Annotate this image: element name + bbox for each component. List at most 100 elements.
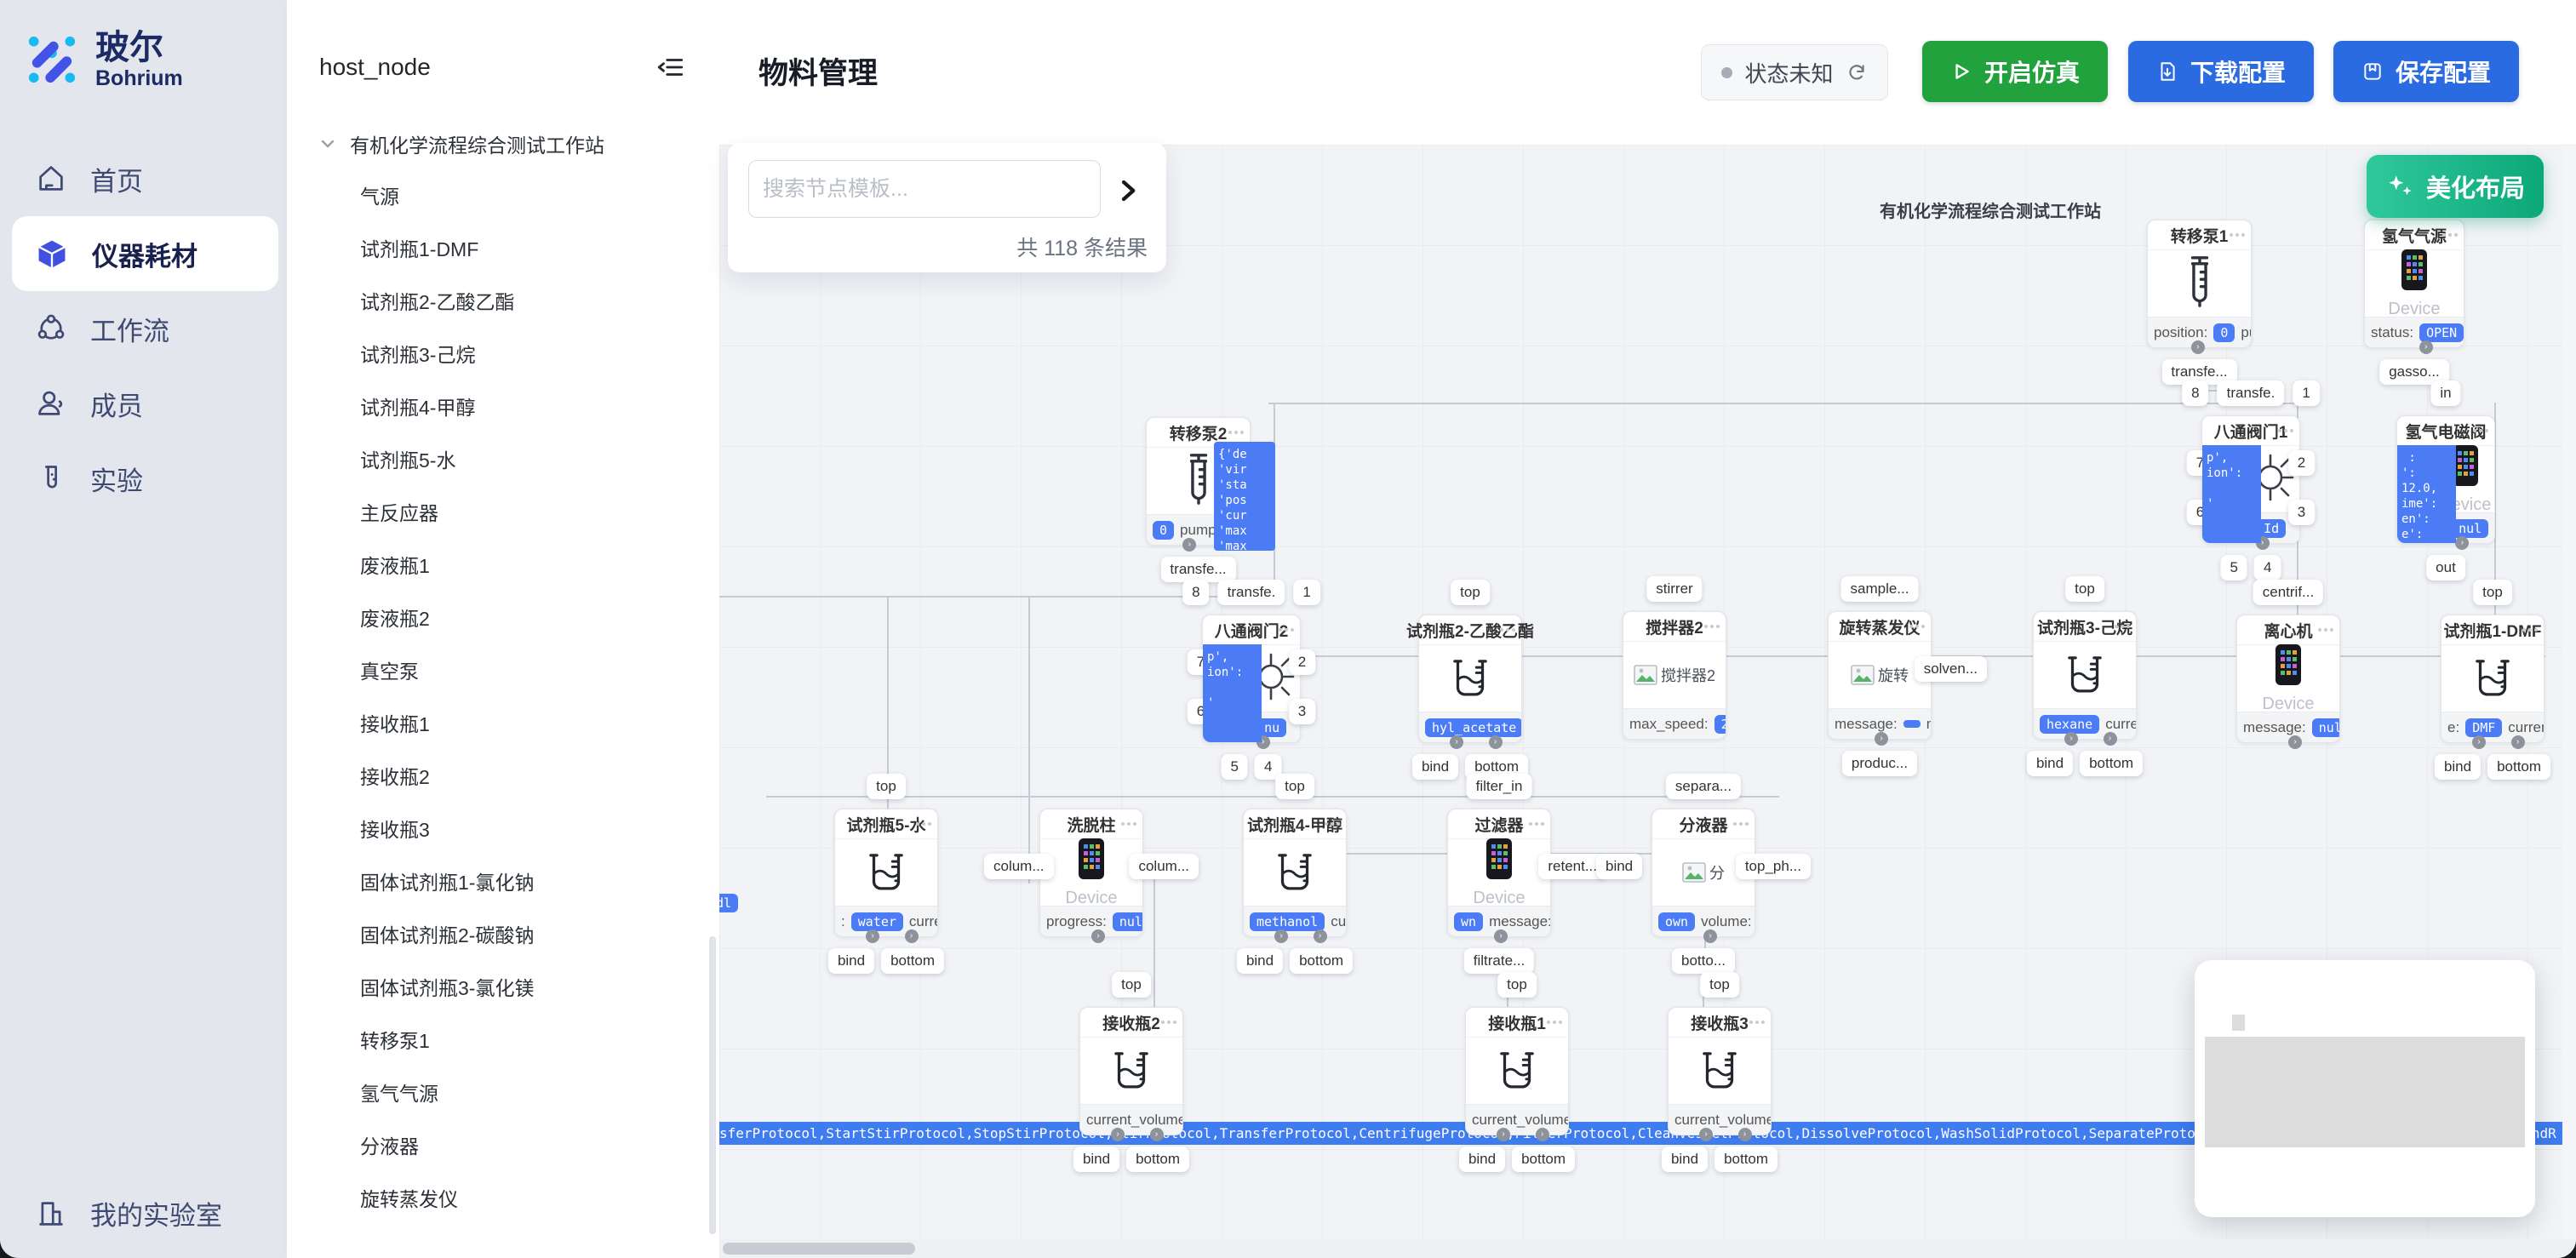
port-chip[interactable]: 8 xyxy=(1182,580,1209,605)
node-menu-icon[interactable] xyxy=(2318,628,2333,632)
port-chip[interactable]: 5 xyxy=(1222,754,1248,780)
value-chip[interactable]: methanol xyxy=(1250,912,1325,931)
start-simulation-button[interactable]: 开启仿真 xyxy=(1922,41,2108,102)
port-chip[interactable]: in xyxy=(2430,380,2460,406)
value-chip[interactable]: nul xyxy=(2452,519,2488,538)
flow-node-receiver-bottle-2[interactable]: 接收瓶2current_volume:0››topbindbottom xyxy=(1079,1007,1183,1135)
sidebar-item-members[interactable]: 成员 xyxy=(0,366,287,441)
port-chip[interactable]: transfe. xyxy=(2218,380,2285,406)
flow-node-h2-gas-source[interactable]: 氢气气源Devicestatus:OPEN›gasso... xyxy=(2364,220,2464,348)
tree-item[interactable]: 气源 xyxy=(287,170,719,223)
value-chip[interactable]: wn xyxy=(1454,912,1483,931)
port-chip[interactable]: 4 xyxy=(2254,555,2281,580)
port-chip[interactable]: filtrate... xyxy=(1464,948,1534,974)
value-chip[interactable]: DMF xyxy=(2465,718,2502,737)
port-chip[interactable]: top xyxy=(1451,580,1490,605)
port-chip[interactable]: colum... xyxy=(1129,854,1199,879)
port-chip[interactable]: centrif... xyxy=(2253,580,2323,605)
flow-node-receiver-bottle-1[interactable]: 接收瓶1current_volume:0››topbindbottom xyxy=(1465,1007,1569,1135)
connector-dot-icon[interactable]: › xyxy=(1150,1128,1164,1141)
connector-dot-icon[interactable]: › xyxy=(2511,735,2525,749)
connector-dot-icon[interactable]: › xyxy=(1494,929,1508,943)
node-menu-icon[interactable] xyxy=(1909,625,1925,628)
port-chip[interactable]: bind xyxy=(2435,754,2481,780)
connector-dot-icon[interactable]: › xyxy=(1703,929,1717,943)
port-chip[interactable]: filter_in xyxy=(1467,774,1532,799)
connector-dot-icon[interactable]: › xyxy=(1450,735,1463,749)
value-chip[interactable]: water xyxy=(851,912,903,931)
flow-node-eight-way-valve-2[interactable]: 八通阀门2status:nu›8transfe.1547623p', ion':… xyxy=(1202,615,1301,743)
port-chip[interactable]: top xyxy=(2065,576,2104,602)
sidebar-item-my-lab[interactable]: 我的实验室 xyxy=(36,1194,222,1232)
connector-dot-icon[interactable]: › xyxy=(2472,735,2486,749)
node-menu-icon[interactable] xyxy=(1279,628,1294,632)
node-menu-icon[interactable] xyxy=(1325,822,1340,826)
port-chip[interactable]: bind xyxy=(1412,754,1458,780)
connector-dot-icon[interactable]: › xyxy=(2419,340,2433,354)
flow-node-eight-way-valve-1[interactable]: 八通阀门1status:Id›8transfe.1547623p', ion':… xyxy=(2201,415,2300,544)
tree-item[interactable]: 接收瓶2 xyxy=(287,751,719,803)
port-chip[interactable]: bottom xyxy=(1714,1146,1777,1172)
beautify-layout-button[interactable]: 美化布局 xyxy=(2367,155,2544,218)
port-chip[interactable]: bind xyxy=(1237,948,1283,974)
minimap[interactable] xyxy=(2195,960,2535,1217)
tree-item[interactable]: 接收瓶3 xyxy=(287,803,719,856)
flow-node-reagent-bottle-3[interactable]: 试剂瓶3-己烷hexanecurrent_v››topbindbottom xyxy=(2033,611,2137,740)
horizontal-scrollbar[interactable] xyxy=(719,1239,2576,1258)
download-config-button[interactable]: 下载配置 xyxy=(2128,41,2314,102)
port-chip[interactable]: transfe... xyxy=(1160,557,1235,582)
port-chip[interactable]: bind xyxy=(1662,1146,1708,1172)
flow-node-stirrer-2[interactable]: 搅拌器2搅拌器2max_speed:2000stirrer xyxy=(1623,611,1726,740)
tree-item[interactable]: 固体试剂瓶2-碳酸钠 xyxy=(287,909,719,962)
sidebar-item-workflow[interactable]: 工作流 xyxy=(0,291,287,366)
port-chip[interactable]: bottom xyxy=(1512,1146,1575,1172)
port-chip[interactable]: 5 xyxy=(2221,555,2247,580)
flow-node-transfer-pump-2[interactable]: 转移泵20pump_info:›transfe...{'de 'vir 'sta… xyxy=(1146,417,1251,546)
port-chip[interactable]: colum... xyxy=(984,854,1054,879)
port-chip[interactable]: 1 xyxy=(2293,380,2319,406)
tree-item[interactable]: 分液器 xyxy=(287,1120,719,1173)
port-chip[interactable]: top xyxy=(1700,972,1739,998)
tree-item[interactable]: 试剂瓶4-甲醇 xyxy=(287,381,719,434)
value-chip[interactable]: hyl_acetate xyxy=(1425,718,1521,737)
sidebar-item-instruments[interactable]: 仪器耗材 xyxy=(12,216,278,291)
port-chip[interactable]: transfe. xyxy=(1218,580,1285,605)
collapse-panel-icon[interactable] xyxy=(656,53,685,82)
port-chip[interactable]: 1 xyxy=(1293,580,1319,605)
node-menu-icon[interactable] xyxy=(1704,625,1720,628)
tree-item[interactable]: 试剂瓶1-DMF xyxy=(287,223,719,276)
value-chip[interactable]: hexane xyxy=(2040,715,2099,734)
connector-dot-icon[interactable]: › xyxy=(2064,732,2078,746)
node-menu-icon[interactable] xyxy=(1547,1021,1562,1024)
flow-node-reagent-bottle-4[interactable]: 试剂瓶4-甲醇methanolcurrent_››topbindbottom xyxy=(1243,809,1347,937)
port-chip[interactable]: bind xyxy=(828,948,874,974)
value-chip[interactable]: 0 xyxy=(1153,521,1174,540)
tree-root-item[interactable]: 有机化学流程综合测试工作站 xyxy=(287,117,719,170)
flow-node-reagent-bottle-5[interactable]: 试剂瓶5-水:watercurrent_v››topbindbottom xyxy=(834,809,938,937)
tree-item[interactable]: 转移泵1 xyxy=(287,1015,719,1067)
port-chip[interactable]: bind xyxy=(2027,751,2073,776)
port-chip[interactable]: 8 xyxy=(2182,380,2208,406)
node-menu-icon[interactable] xyxy=(1121,822,1136,826)
connector-dot-icon[interactable]: › xyxy=(2455,536,2469,550)
connector-dot-icon[interactable]: › xyxy=(1536,1128,1549,1141)
port-chip[interactable]: produc... xyxy=(1842,751,1917,776)
flow-canvas[interactable]: 有机化学流程综合测试工作站 sferProtocol,StartStirProt… xyxy=(719,145,2576,1258)
value-chip[interactable]: OPEN xyxy=(2419,323,2464,342)
value-chip[interactable]: null xyxy=(1113,912,1142,931)
port-chip[interactable]: top xyxy=(1497,972,1537,998)
flow-node-h2-solenoid-valve[interactable]: 氢气电磁阀Devicestatus:nul›inout : ': 12.0, i… xyxy=(2396,415,2495,544)
port-chip[interactable]: top xyxy=(2473,580,2512,605)
node-menu-icon[interactable] xyxy=(1733,822,1749,826)
flow-node-reagent-bottle-2[interactable]: 试剂瓶2-乙酸乙酯hyl_acetatecurre››topbindbottom xyxy=(1418,615,1522,743)
flow-node-elution-column[interactable]: 洗脱柱Deviceprogress:nullcolu›colum...colum… xyxy=(1039,809,1143,937)
node-menu-icon[interactable] xyxy=(2230,233,2245,237)
connector-dot-icon[interactable]: › xyxy=(2104,732,2117,746)
node-menu-icon[interactable] xyxy=(2522,628,2538,632)
connector-dot-icon[interactable]: › xyxy=(905,929,919,943)
port-chip[interactable]: 2 xyxy=(2288,450,2315,476)
port-chip[interactable]: top_ph... xyxy=(1736,854,1811,879)
port-chip[interactable]: separa... xyxy=(1666,774,1741,799)
port-chip[interactable]: 2 xyxy=(1289,649,1315,675)
save-config-button[interactable]: 保存配置 xyxy=(2333,41,2519,102)
